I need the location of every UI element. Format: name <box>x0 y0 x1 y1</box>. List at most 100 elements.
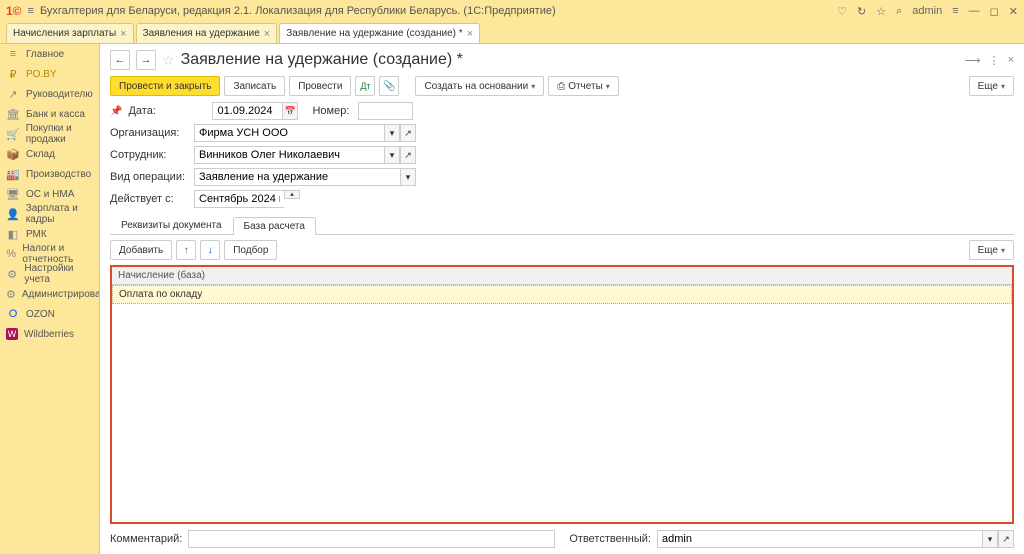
sidebar-item-sales[interactable]: 🛒Покупки и продажи <box>0 124 99 144</box>
sidebar-item-rmk[interactable]: ◧РМК <box>0 224 99 244</box>
caret-icon: ▾ <box>1001 246 1005 255</box>
button-label: Записать <box>233 81 276 92</box>
close-icon[interactable]: × <box>120 28 126 40</box>
filter-icon[interactable]: ≡ <box>952 5 958 17</box>
subtab-details[interactable]: Реквизиты документа <box>110 216 233 234</box>
close-page-icon[interactable]: × <box>1008 54 1014 67</box>
sidebar-item-production[interactable]: 🏭Производство <box>0 164 99 184</box>
minimize-icon[interactable]: — <box>969 5 980 17</box>
sidebar-item-bank[interactable]: 🏛Банк и касса <box>0 104 99 124</box>
dropdown-icon[interactable]: ▾ <box>982 530 998 548</box>
link-icon[interactable]: ⟶ <box>965 54 981 67</box>
sidebar-item-salary[interactable]: 👤Зарплата и кадры <box>0 204 99 224</box>
pick-button[interactable]: Подбор <box>224 240 277 260</box>
org-input[interactable] <box>194 124 384 142</box>
add-button[interactable]: Добавить <box>110 240 172 260</box>
bell-icon[interactable]: ♡ <box>837 5 847 18</box>
spinner-up[interactable]: ▴ <box>284 190 300 199</box>
sidebar-item-manager[interactable]: ↗ Руководителю <box>0 84 99 104</box>
move-up-button[interactable]: ↑ <box>176 240 196 260</box>
pin-icon[interactable]: 📌 <box>110 106 122 117</box>
save-button[interactable]: Записать <box>224 76 285 96</box>
base-grid[interactable]: Начисление (база) Оплата по окладу <box>110 265 1014 524</box>
optype-label: Вид операции: <box>110 171 188 183</box>
more-icon[interactable]: ⋮ <box>989 54 1000 67</box>
more-button[interactable]: Еще▾ <box>969 76 1014 96</box>
optype-input[interactable] <box>194 168 400 186</box>
menu-icon[interactable]: ≡ <box>28 5 34 17</box>
close-icon[interactable]: × <box>264 28 270 40</box>
doc-tab[interactable]: Заявления на удержание × <box>136 23 278 43</box>
bank-icon: 🏛 <box>6 108 20 121</box>
sidebar-item-label: Руководителю <box>26 89 93 100</box>
employee-label: Сотрудник: <box>110 149 188 161</box>
form-row-valid: Действует с: ▴ <box>110 190 1014 208</box>
history-icon[interactable]: ↻ <box>857 5 866 18</box>
sidebar-item-wb[interactable]: WWildberries <box>0 324 99 344</box>
close-icon[interactable]: × <box>467 28 473 40</box>
doc-tab-label: Начисления зарплаты <box>13 28 116 39</box>
favorite-icon[interactable]: ☆ <box>162 52 175 69</box>
create-based-button[interactable]: Создать на основании▾ <box>415 76 544 96</box>
app-title: Бухгалтерия для Беларуси, редакция 2.1. … <box>40 5 831 17</box>
submit-button[interactable]: Провести <box>289 76 351 96</box>
dt-button[interactable]: Дт <box>355 76 375 96</box>
dropdown-icon[interactable]: ▾ <box>400 168 416 186</box>
forward-button[interactable]: → <box>136 50 156 70</box>
submit-close-button[interactable]: Провести и закрыть <box>110 76 220 96</box>
move-down-button[interactable]: ↓ <box>200 240 220 260</box>
calendar-icon[interactable]: 📅 <box>282 102 298 120</box>
page-header-actions: ⟶ ⋮ × <box>965 54 1014 67</box>
responsible-input[interactable] <box>657 530 982 548</box>
attach-button[interactable]: 📎 <box>379 76 399 96</box>
sidebar-item-settings[interactable]: ⚙Настройки учета <box>0 264 99 284</box>
maximize-icon[interactable]: ◻ <box>990 5 999 18</box>
valid-input[interactable] <box>194 190 284 208</box>
sidebar-item-label: Склад <box>26 149 55 160</box>
open-icon[interactable]: ↗ <box>998 530 1014 548</box>
square-icon: ◧ <box>6 228 20 241</box>
doc-tab-label: Заявление на удержание (создание) * <box>286 28 462 39</box>
open-icon[interactable]: ↗ <box>400 146 416 164</box>
person-icon: 👤 <box>6 208 20 221</box>
sidebar-item-admin[interactable]: ⚙Администрирование <box>0 284 99 304</box>
doc-tab[interactable]: Начисления зарплаты × <box>6 23 134 43</box>
page-title: Заявление на удержание (создание) * <box>181 51 463 69</box>
sidebar-item-taxes[interactable]: %Налоги и отчетность <box>0 244 99 264</box>
dropdown-icon[interactable]: ▾ <box>384 146 400 164</box>
reports-button[interactable]: Отчеты▾ <box>548 76 619 96</box>
employee-input[interactable] <box>194 146 384 164</box>
monitor-icon: 🖥 <box>6 188 20 201</box>
sidebar-item-ozon[interactable]: OOZON <box>0 304 99 324</box>
subtab-base[interactable]: База расчета <box>233 217 316 235</box>
search-icon[interactable]: ⌕ <box>896 5 902 18</box>
footer: Комментарий: Ответственный: ▾ ↗ <box>110 530 1014 548</box>
dropdown-icon[interactable]: ▾ <box>384 124 400 142</box>
titlebar: 1© ≡ Бухгалтерия для Беларуси, редакция … <box>0 0 1024 22</box>
back-button[interactable]: ← <box>110 50 130 70</box>
button-label: Еще <box>978 81 998 92</box>
more-button[interactable]: Еще▾ <box>969 240 1014 260</box>
form-row-date: 📌 Дата: 📅 Номер: <box>110 102 1014 120</box>
sidebar-item-label: Производство <box>26 169 91 180</box>
chart-icon: ↗ <box>6 88 20 101</box>
grid-row[interactable]: Оплата по окладу <box>112 285 1012 304</box>
sidebar-item-label: PO.BY <box>26 69 57 80</box>
comment-input[interactable] <box>188 530 555 548</box>
doc-tab[interactable]: Заявление на удержание (создание) * × <box>279 23 480 43</box>
sidebar-item-warehouse[interactable]: 📦Склад <box>0 144 99 164</box>
date-label: Дата: <box>128 105 206 117</box>
org-label: Организация: <box>110 127 188 139</box>
open-icon[interactable]: ↗ <box>400 124 416 142</box>
sidebar-item-label: Налоги и отчетность <box>22 243 93 265</box>
star-icon[interactable]: ☆ <box>876 5 886 18</box>
user-label[interactable]: admin <box>912 5 942 17</box>
date-input[interactable] <box>212 102 282 120</box>
sidebar-item-os[interactable]: 🖥ОС и НМА <box>0 184 99 204</box>
close-icon[interactable]: ✕ <box>1009 5 1018 18</box>
grid-header[interactable]: Начисление (база) <box>112 267 1012 285</box>
sidebar-item-poby[interactable]: ₽PO.BY <box>0 64 99 84</box>
caret-icon: ▾ <box>531 82 535 91</box>
number-input[interactable] <box>358 102 413 120</box>
sidebar-item-main[interactable]: ≡Главное <box>0 44 99 64</box>
